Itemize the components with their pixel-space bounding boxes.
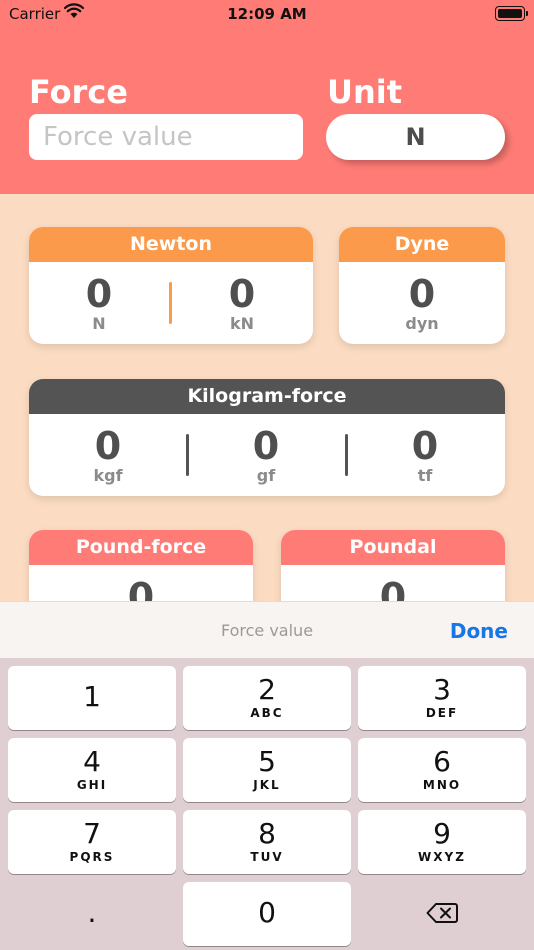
force-value-input[interactable] <box>29 114 303 160</box>
value-number: 0 <box>228 272 256 316</box>
value-unit: kgf <box>93 466 123 485</box>
newton-kn-value: 0 kN <box>192 262 292 334</box>
key-digit: 4 <box>83 745 101 778</box>
key-3[interactable]: 3 DEF <box>358 666 526 730</box>
separator <box>186 434 189 476</box>
key-delete[interactable] <box>358 882 526 946</box>
unit-selector-button[interactable]: N <box>326 114 505 160</box>
newton-card-title: Newton <box>29 227 313 262</box>
key-digit: . <box>87 896 97 929</box>
kgf-value: 0 kgf <box>58 414 158 486</box>
separator <box>169 282 172 324</box>
value-unit: dyn <box>405 314 439 333</box>
value-unit: gf <box>256 466 276 485</box>
keyboard-toolbar: Force value Done <box>0 601 534 658</box>
kgf-card-title: Kilogram-force <box>29 379 505 414</box>
done-button[interactable]: Done <box>450 619 508 643</box>
key-digit: 5 <box>258 745 276 778</box>
key-6[interactable]: 6 MNO <box>358 738 526 802</box>
key-letters: WXYZ <box>418 850 466 864</box>
value-number: 0 <box>411 424 439 468</box>
key-digit: 8 <box>258 817 276 850</box>
value-number: 0 <box>408 272 436 316</box>
key-digit: 1 <box>83 680 101 713</box>
key-5[interactable]: 5 JKL <box>183 738 351 802</box>
key-letters: PQRS <box>69 850 115 864</box>
value-unit: N <box>92 314 106 333</box>
key-digit: 0 <box>258 896 276 929</box>
lbf-card-title: Pound-force <box>29 530 253 565</box>
header-panel: Carrier 12:09 AM Force Unit N <box>0 0 534 194</box>
key-digit: 2 <box>258 673 276 706</box>
newton-card: Newton 0 N 0 kN <box>29 227 313 344</box>
key-1[interactable]: 1 <box>8 666 176 730</box>
key-9[interactable]: 9 WXYZ <box>358 810 526 874</box>
dyne-card: Dyne 0 dyn <box>339 227 505 344</box>
numeric-keypad: 1 2 ABC 3 DEF 4 GHI 5 JKL 6 MNO 7 PQRS 8… <box>0 658 534 950</box>
separator <box>345 434 348 476</box>
key-letters: JKL <box>253 778 281 792</box>
poundal-card-title: Poundal <box>281 530 505 565</box>
clock: 12:09 AM <box>227 5 307 23</box>
value-number: 0 <box>94 424 122 468</box>
gf-value: 0 gf <box>216 414 316 486</box>
battery-icon <box>495 6 528 21</box>
key-digit: 3 <box>433 673 451 706</box>
key-letters: ABC <box>250 706 284 720</box>
backspace-icon <box>426 902 458 928</box>
key-8[interactable]: 8 TUV <box>183 810 351 874</box>
newton-n-value: 0 N <box>49 262 149 334</box>
key-letters: GHI <box>76 778 108 792</box>
key-decimal[interactable]: . <box>8 882 176 946</box>
key-digit: 9 <box>433 817 451 850</box>
key-digit: 6 <box>433 745 451 778</box>
key-4[interactable]: 4 GHI <box>8 738 176 802</box>
kilogram-force-card: Kilogram-force 0 kgf 0 gf 0 tf <box>29 379 505 496</box>
value-number: 0 <box>252 424 280 468</box>
tf-value: 0 tf <box>375 414 475 486</box>
status-bar: Carrier 12:09 AM <box>0 0 534 28</box>
key-7[interactable]: 7 PQRS <box>8 810 176 874</box>
dyne-value: 0 dyn <box>372 262 472 334</box>
dyne-card-title: Dyne <box>339 227 505 262</box>
value-unit: tf <box>417 466 433 485</box>
key-2[interactable]: 2 ABC <box>183 666 351 730</box>
key-letters: TUV <box>250 850 284 864</box>
key-letters: DEF <box>425 706 459 720</box>
value-unit: kN <box>229 314 255 333</box>
key-digit: 7 <box>83 817 101 850</box>
value-number: 0 <box>85 272 113 316</box>
key-letters: MNO <box>422 778 462 792</box>
unit-label: Unit <box>327 73 403 111</box>
key-0[interactable]: 0 <box>183 882 351 946</box>
force-label: Force <box>29 73 128 111</box>
